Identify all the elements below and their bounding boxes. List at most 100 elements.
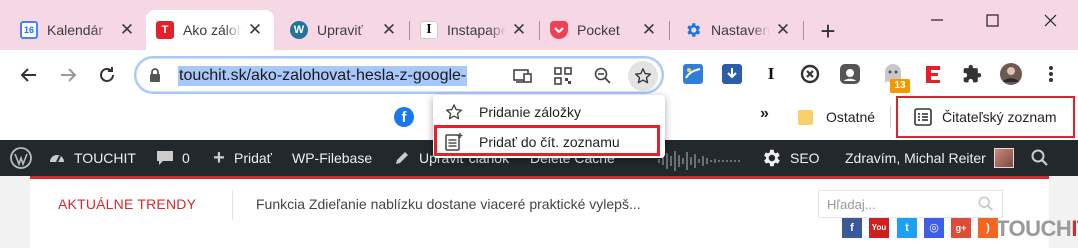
close-tab-icon[interactable]: ✕ <box>774 21 792 39</box>
google-calendar-icon: 16 <box>20 21 38 39</box>
tab-divider <box>669 21 670 40</box>
add-bookmark-item[interactable]: Pridanie záložky <box>433 98 665 126</box>
wp-comments[interactable]: 0 <box>156 140 190 176</box>
tab-title: Pocket <box>577 22 620 38</box>
new-tab-button[interactable]: + <box>815 18 841 45</box>
minimize-icon[interactable] <box>922 8 952 32</box>
touchit-logo: TOUCHIT <box>996 216 1078 242</box>
close-tab-icon[interactable]: ✕ <box>640 21 658 39</box>
bookmarks-overflow-button[interactable]: » <box>760 105 769 123</box>
wp-new-label: Pridať <box>234 150 272 166</box>
kebab-menu-icon[interactable] <box>1040 63 1062 85</box>
close-icon[interactable] <box>1035 8 1065 32</box>
url-text[interactable]: touchit.sk/ako-zalohovat-hesla-z-google- <box>178 66 468 86</box>
instapaper-ext-icon[interactable]: I <box>760 63 782 85</box>
install-app-icon[interactable] <box>512 65 534 87</box>
tab-wordpress[interactable]: W Upraviť ✕ <box>280 10 408 50</box>
tab-title: Nastavenia <box>711 22 770 38</box>
audio-waveform-graphic <box>658 151 740 171</box>
block-icon[interactable] <box>799 63 821 85</box>
plus-icon: + <box>213 146 225 169</box>
reload-icon[interactable] <box>94 62 120 88</box>
trending-divider <box>232 190 233 220</box>
tab-settings[interactable]: Nastavenia ✕ <box>674 10 802 50</box>
tab-title: Upraviť <box>317 22 363 38</box>
youtube-icon[interactable]: You <box>869 218 889 238</box>
trending-headline[interactable]: Funkcia Zdieľanie nablízku dostane viace… <box>256 196 641 212</box>
bitwarden-icon[interactable] <box>839 63 861 85</box>
qr-code-icon[interactable] <box>552 65 574 87</box>
tab-title: Instapaper <box>447 22 506 38</box>
wp-site-name: TOUCHIT <box>74 150 136 166</box>
wp-filebase[interactable]: WP-Filebase <box>292 140 372 176</box>
folder-icon <box>798 109 813 125</box>
reading-extension-icon[interactable] <box>682 63 704 85</box>
wp-account-menu[interactable]: Zdravím, Michal Reiter <box>845 140 1014 176</box>
search-icon[interactable] <box>1031 140 1049 176</box>
rss-icon[interactable]: ) <box>978 218 998 238</box>
tab-title: Kalendár <box>47 22 104 38</box>
back-arrow-icon[interactable] <box>16 62 42 88</box>
wp-comments-count: 0 <box>182 150 190 166</box>
wp-seo[interactable]: SEO <box>760 140 820 176</box>
instapaper-icon: I <box>420 21 438 39</box>
other-bookmarks-label: Ostatné <box>826 109 876 125</box>
wp-new-content[interactable]: + Pridať <box>210 140 272 176</box>
pocket-icon <box>550 21 568 39</box>
tab-title: Ako zálohovať <box>183 22 242 38</box>
settings-gear-icon <box>684 21 702 39</box>
wp-greeting: Zdravím, Michal Reiter <box>845 150 986 166</box>
address-bar[interactable]: touchit.sk/ako-zalohovat-hesla-z-google- <box>134 56 664 94</box>
touchit-icon: T <box>156 21 174 39</box>
reading-list-label: Čitateľský zoznam <box>942 109 1057 125</box>
wp-site-menu[interactable]: TOUCHIT <box>48 140 136 176</box>
toolbar: touchit.sk/ako-zalohovat-hesla-z-google- <box>0 50 1078 100</box>
close-tab-icon[interactable]: ✕ <box>118 21 136 39</box>
pencil-icon <box>393 149 411 167</box>
lock-icon[interactable] <box>148 67 162 88</box>
search-icon[interactable] <box>978 196 994 215</box>
close-tab-icon[interactable]: ✕ <box>380 21 398 39</box>
star-outline-icon <box>445 103 463 121</box>
highlight-annotation-box <box>434 125 660 156</box>
browser-window: 16 Kalendár ✕ T Ako zálohovať ✕ W Upravi… <box>0 0 1078 248</box>
close-tab-icon[interactable]: ✕ <box>246 21 264 39</box>
site-search-input[interactable]: Hľadaj... <box>818 190 1003 218</box>
star-icon[interactable] <box>628 61 658 91</box>
close-tab-icon[interactable]: ✕ <box>510 21 528 39</box>
maximize-icon[interactable] <box>977 8 1007 32</box>
profile-avatar-icon[interactable] <box>1000 63 1022 85</box>
facebook-icon[interactable]: f <box>842 218 862 238</box>
user-avatar <box>993 148 1014 168</box>
zoom-out-icon[interactable] <box>592 65 614 87</box>
tab-pocket[interactable]: Pocket ✕ <box>540 10 668 50</box>
facebook-bookmark-icon[interactable]: f <box>394 107 414 127</box>
reading-list-button[interactable]: Čitateľský zoznam <box>896 96 1075 138</box>
add-bookmark-label: Pridanie záložky <box>479 104 581 120</box>
instagram-icon[interactable]: ◎ <box>924 218 944 238</box>
puzzle-icon[interactable] <box>961 63 983 85</box>
google-plus-icon[interactable]: g+ <box>951 218 971 238</box>
logo-text: TOUCH <box>996 216 1072 241</box>
dashboard-gauge-icon <box>48 149 66 167</box>
comment-bubble-icon <box>156 149 174 167</box>
reading-list-icon <box>914 108 932 126</box>
evernote-icon[interactable] <box>922 63 944 85</box>
seo-gear-icon <box>760 147 782 169</box>
logo-accent: IT <box>1071 216 1078 241</box>
wp-seo-label: SEO <box>790 150 820 166</box>
forward-arrow-icon[interactable] <box>55 62 81 88</box>
tab-touchit[interactable]: T Ako zálohovať ✕ <box>146 10 274 50</box>
other-bookmarks-folder[interactable]: Ostatné <box>798 104 875 130</box>
wordpress-icon: W <box>290 21 308 39</box>
tab-instapaper[interactable]: I Instapaper ✕ <box>410 10 538 50</box>
search-placeholder: Hľadaj... <box>827 197 876 212</box>
wordpress-logo-icon[interactable] <box>10 140 32 176</box>
extension-badge: 13 <box>890 79 910 93</box>
twitter-icon[interactable]: t <box>897 218 917 238</box>
pocket-download-icon[interactable] <box>721 63 743 85</box>
tab-calendar[interactable]: 16 Kalendár ✕ <box>10 10 146 50</box>
trending-label: AKTUÁLNE TRENDY <box>58 196 197 212</box>
bookmarks-divider <box>890 106 891 128</box>
tab-divider <box>803 21 804 40</box>
